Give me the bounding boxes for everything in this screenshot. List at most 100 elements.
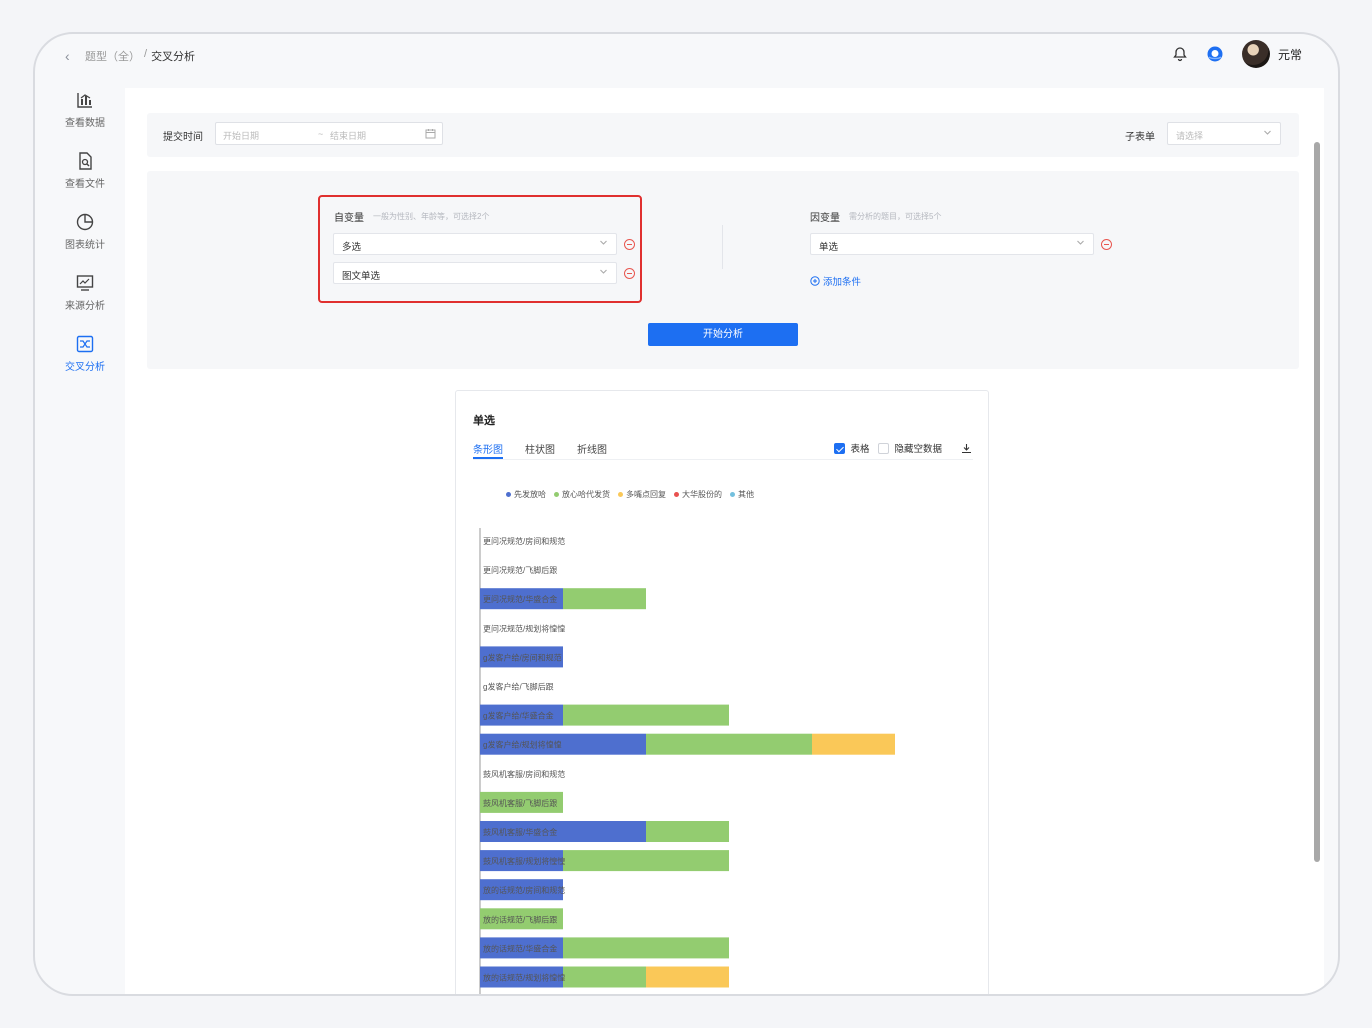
- range-separator: ~: [318, 129, 324, 139]
- category-label: g发客户给/飞脚后跟: [483, 682, 554, 692]
- table-checkbox[interactable]: [834, 442, 846, 454]
- dependent-select-1[interactable]: 单选: [810, 233, 1094, 255]
- sidebar-item-view-data[interactable]: 查看数据: [45, 90, 125, 129]
- submit-time-label: 提交时间: [163, 132, 203, 143]
- legend-label: 放心哈代发货: [562, 490, 610, 499]
- remove-condition-icon[interactable]: [624, 239, 635, 250]
- remove-condition-icon[interactable]: [624, 268, 635, 279]
- main-panel: 提交时间 开始日期 ~ 结束日期 子表单 请选择 自变量 一般为性别、年龄等，可…: [125, 88, 1324, 994]
- subform-placeholder: 请选择: [1176, 131, 1204, 141]
- top-bar: ‹ 题型（全） / 交叉分析 元常: [35, 34, 1338, 82]
- bell-icon[interactable]: [1172, 46, 1188, 62]
- bar-segment[interactable]: [563, 850, 729, 872]
- start-analysis-button[interactable]: 开始分析: [648, 323, 798, 346]
- file-search-icon: [79, 152, 92, 170]
- chevron-down-icon: [600, 240, 607, 245]
- condition-panel: 自变量 一般为性别、年龄等，可选择2个 多选 图文单选 因变量 需分析的题目，可…: [147, 171, 1299, 369]
- tab-line-chart[interactable]: 折线图: [577, 441, 607, 456]
- start-date-input[interactable]: 开始日期: [223, 129, 259, 142]
- chevron-down-icon: [1264, 130, 1271, 135]
- bar-segment[interactable]: [563, 588, 646, 610]
- pie-chart-icon: [76, 213, 94, 231]
- back-chevron-icon[interactable]: ‹: [65, 48, 70, 64]
- category-label: 更问况规范/房间和规范: [483, 536, 565, 546]
- bar-segment[interactable]: [563, 937, 729, 959]
- subform-select[interactable]: 请选择: [1167, 122, 1281, 145]
- chart-tools: 表格 隐藏空数据: [834, 441, 972, 455]
- legend-label: 大华股份的: [682, 490, 722, 499]
- filter-bar: 提交时间 开始日期 ~ 结束日期 子表单 请选择: [147, 113, 1299, 157]
- bar-chart-icon: [77, 93, 92, 108]
- legend-label: 其他: [738, 490, 754, 499]
- avatar[interactable]: [1241, 40, 1270, 68]
- divider: [722, 225, 723, 269]
- add-condition-button[interactable]: 添加条件: [810, 274, 861, 288]
- category-label: g发客户给/房间和规范: [483, 652, 562, 662]
- date-range-picker[interactable]: 开始日期 ~ 结束日期: [215, 122, 443, 145]
- sidebar-item-cross-analysis[interactable]: 交叉分析: [45, 334, 125, 373]
- sidebar-item-chart-stats[interactable]: 图表统计: [45, 212, 125, 251]
- breadcrumb-parent[interactable]: 题型（全）: [85, 48, 140, 64]
- independent-label: 自变量: [334, 213, 364, 224]
- remove-condition-icon[interactable]: [1101, 239, 1112, 250]
- legend-dot: [618, 492, 623, 497]
- legend-item[interactable]: 多嘴点回复: [618, 489, 666, 500]
- bar-segment[interactable]: [646, 821, 729, 842]
- legend-item[interactable]: 先发放哈: [506, 489, 546, 500]
- bar-segment[interactable]: [646, 733, 812, 755]
- chevron-down-icon: [1077, 240, 1084, 245]
- dependent-hint: 需分析的题目，可选择5个: [849, 212, 942, 221]
- bar-chart: 更问况规范/房间和规范更问况规范/飞脚后跟更问况规范/华盛合金更问况规范/规划将…: [479, 528, 895, 994]
- category-label: 鼓风机客服/规划将惶惶: [483, 856, 565, 866]
- chart-legend: 先发放哈 放心哈代发货 多嘴点回复 大华股份的 其他: [506, 489, 754, 500]
- category-label: 鼓风机客服/飞脚后跟: [483, 798, 557, 808]
- category-label: 放的话规范/房间和规范: [483, 885, 565, 895]
- legend-dot: [674, 492, 679, 497]
- sidebar-item-label: 查看数据: [65, 118, 105, 129]
- legend-item[interactable]: 其他: [730, 489, 754, 500]
- tab-bar-chart[interactable]: 条形图: [473, 441, 503, 459]
- bar-segment[interactable]: [563, 966, 646, 988]
- tab-column-chart[interactable]: 柱状图: [525, 441, 555, 456]
- scrollbar[interactable]: [1314, 142, 1320, 862]
- sidebar-item-source-analysis[interactable]: 来源分析: [45, 273, 125, 312]
- download-icon[interactable]: [961, 443, 972, 454]
- sidebar-item-view-file[interactable]: 查看文件: [45, 151, 125, 190]
- result-card: 单选 条形图 柱状图 折线图 表格 隐藏空数据 先发放哈 放心哈代发货 多嘴点回复 大…: [455, 390, 989, 994]
- legend-label: 先发放哈: [514, 490, 546, 499]
- legend-item[interactable]: 大华股份的: [674, 489, 722, 500]
- tab-divider: [473, 459, 973, 460]
- category-label: 鼓风机客服/房间和规范: [483, 769, 565, 779]
- user-name[interactable]: 元常: [1278, 46, 1302, 63]
- select-value: 图文单选: [342, 271, 381, 282]
- sidebar-item-label: 交叉分析: [65, 362, 105, 373]
- cross-analysis-icon: [76, 335, 94, 353]
- select-value: 多选: [342, 242, 362, 253]
- bar-segment[interactable]: [563, 704, 729, 726]
- hide-empty-label[interactable]: 隐藏空数据: [894, 441, 942, 455]
- sidebar: 查看数据 查看文件 图表统计 来源分析 交叉分析: [45, 82, 125, 994]
- category-label: g发客户给/华盛合金: [483, 711, 554, 721]
- legend-item[interactable]: 放心哈代发货: [554, 489, 610, 500]
- plus-circle-icon: [810, 276, 820, 286]
- bar-segment[interactable]: [646, 966, 729, 988]
- breadcrumb: 题型（全） / 交叉分析: [85, 48, 195, 64]
- independent-select-2[interactable]: 图文单选: [333, 262, 617, 284]
- independent-select-1[interactable]: 多选: [333, 233, 617, 255]
- legend-dot: [554, 492, 559, 497]
- category-label: 鼓风机客服/华盛合金: [483, 827, 557, 837]
- legend-label: 多嘴点回复: [626, 490, 666, 499]
- result-title: 单选: [473, 415, 495, 427]
- hide-empty-checkbox[interactable]: [878, 442, 890, 454]
- category-label: 放的话规范/飞脚后跟: [483, 914, 557, 924]
- breadcrumb-current: 交叉分析: [151, 51, 196, 63]
- select-value: 单选: [819, 242, 839, 253]
- bar-segment[interactable]: [812, 733, 895, 755]
- category-label: g发客户给/规划将惶惶: [483, 740, 562, 750]
- table-toggle-label[interactable]: 表格: [850, 441, 869, 455]
- legend-dot: [730, 492, 735, 497]
- end-date-input[interactable]: 结束日期: [330, 129, 366, 142]
- breadcrumb-separator: /: [144, 48, 148, 60]
- help-globe-icon[interactable]: [1206, 45, 1224, 63]
- sidebar-item-label: 来源分析: [65, 301, 105, 312]
